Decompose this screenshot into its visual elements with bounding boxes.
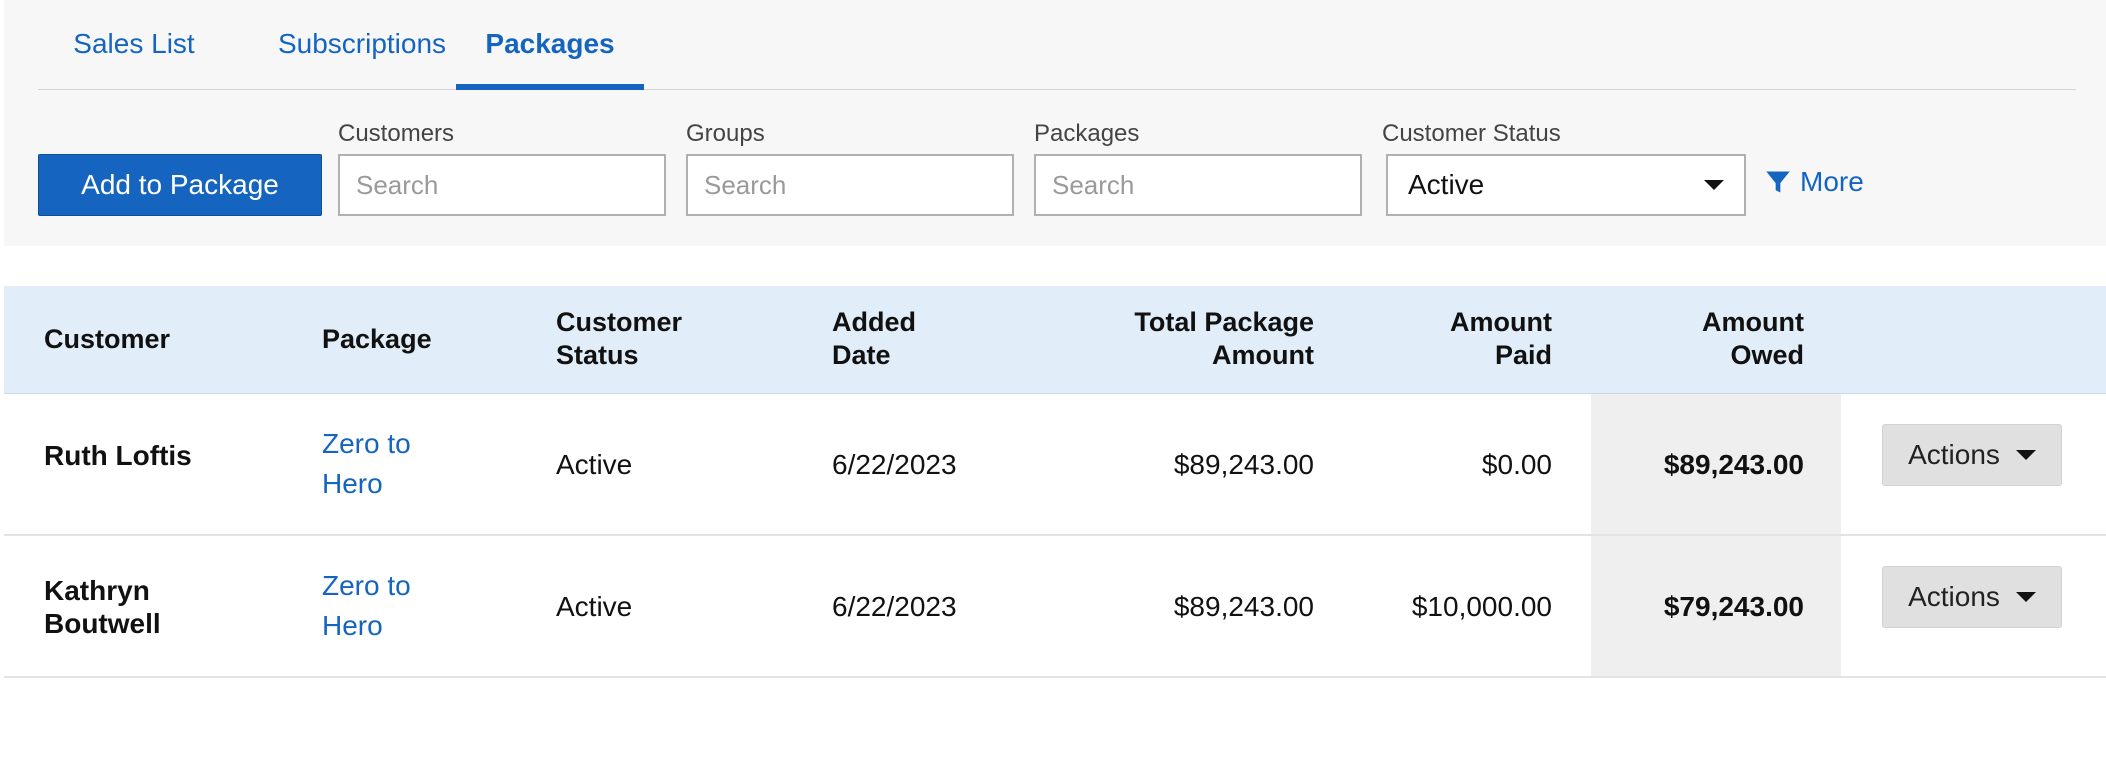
- package-link[interactable]: Zero to Hero: [322, 566, 411, 646]
- customer-status-filter-label: Customer Status: [1382, 120, 1561, 147]
- table-header: Customer Package Customer Status Added D…: [4, 286, 2106, 394]
- header-added-date-line1: Added: [832, 307, 916, 337]
- packages-filter-label: Packages: [1034, 120, 1140, 147]
- package-link-line2: Hero: [322, 610, 383, 641]
- customer-name-line1: Ruth Loftis: [44, 440, 192, 471]
- table-row: Ruth Loftis Zero to Hero Active 6/22/202…: [4, 394, 2106, 536]
- customer-name-line1: Kathryn: [44, 575, 150, 606]
- header-paid-line1: Amount: [1450, 307, 1552, 337]
- amount-owed: $79,243.00: [1663, 591, 1804, 622]
- amount-paid: $0.00: [1481, 449, 1552, 480]
- header-paid-line2: Paid: [1494, 340, 1552, 370]
- add-to-package-button[interactable]: Add to Package: [38, 154, 322, 216]
- more-filters-link[interactable]: More: [1764, 166, 1864, 198]
- header-owed-line2: Owed: [1730, 340, 1804, 370]
- amount-paid: $10,000.00: [1411, 591, 1552, 622]
- filter-panel: Sales List Subscriptions Packages Add to…: [4, 0, 2106, 246]
- tab-sales-list[interactable]: Sales List: [70, 0, 198, 90]
- header-customer: Customer: [44, 324, 171, 354]
- packages-search-input[interactable]: [1034, 154, 1362, 216]
- added-date: 6/22/2023: [832, 591, 957, 622]
- header-customer-status-line2: Status: [556, 340, 639, 370]
- groups-filter-label: Groups: [686, 120, 765, 147]
- header-amount-owed: Amount Owed: [1604, 306, 1804, 372]
- customer-status-value: Active: [1408, 169, 1485, 200]
- tab-packages[interactable]: Packages: [456, 0, 644, 90]
- customer-status: Active: [556, 591, 633, 622]
- package-link-line2: Hero: [322, 468, 383, 499]
- filter-icon: [1766, 171, 1790, 193]
- package-link-line1: Zero to: [322, 428, 411, 459]
- header-amount-paid: Amount Paid: [1352, 306, 1552, 372]
- actions-button[interactable]: Actions: [1882, 424, 2062, 486]
- header-package: Package: [322, 324, 432, 354]
- tab-bar: Sales List Subscriptions Packages: [38, 0, 2076, 90]
- added-date: 6/22/2023: [832, 449, 957, 480]
- header-added-date-line2: Date: [832, 340, 891, 370]
- header-total-package-amount: Total Package Amount: [1064, 306, 1314, 372]
- customer-name: Kathryn Boutwell: [44, 574, 161, 640]
- actions-button[interactable]: Actions: [1882, 566, 2062, 628]
- customer-name-line2: Boutwell: [44, 608, 161, 639]
- actions-label: Actions: [1908, 439, 2000, 470]
- header-owed-line1: Amount: [1702, 307, 1804, 337]
- amount-owed: $89,243.00: [1663, 449, 1804, 480]
- packages-table: Customer Package Customer Status Added D…: [4, 286, 2106, 678]
- tab-subscriptions[interactable]: Subscriptions: [254, 0, 470, 90]
- customer-status: Active: [556, 449, 633, 480]
- header-added-date: Added Date: [832, 306, 916, 372]
- total-package-amount: $89,243.00: [1173, 591, 1314, 622]
- header-customer-status: Customer Status: [556, 306, 682, 372]
- package-link[interactable]: Zero to Hero: [322, 424, 411, 504]
- customer-status-select[interactable]: Active: [1386, 154, 1746, 216]
- total-package-amount: $89,243.00: [1173, 449, 1314, 480]
- header-total-line2: Amount: [1212, 340, 1314, 370]
- more-label: More: [1800, 166, 1864, 197]
- chevron-down-icon: [1704, 180, 1724, 190]
- customers-search-input[interactable]: [338, 154, 666, 216]
- customer-name: Ruth Loftis: [44, 439, 192, 472]
- chevron-down-icon: [2015, 450, 2036, 460]
- chevron-down-icon: [2015, 592, 2036, 602]
- header-customer-status-line1: Customer: [556, 307, 683, 337]
- header-total-line1: Total Package: [1134, 307, 1314, 337]
- customers-filter-label: Customers: [338, 120, 455, 147]
- table-row: Kathryn Boutwell Zero to Hero Active 6/2…: [4, 536, 2106, 678]
- actions-label: Actions: [1908, 581, 2000, 612]
- groups-search-input[interactable]: [686, 154, 1014, 216]
- package-link-line1: Zero to: [322, 570, 411, 601]
